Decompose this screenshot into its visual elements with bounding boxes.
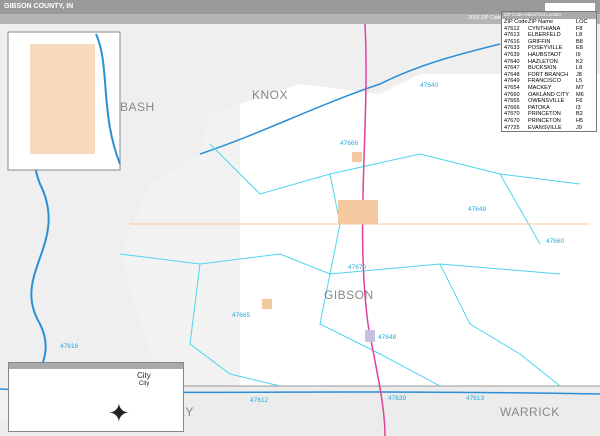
index-row: 47670 PRINCETON B2 — [502, 111, 596, 118]
index-zip: 47649 — [504, 78, 520, 85]
index-row: 47665 OWENSVILLE F6 — [502, 98, 596, 105]
index-loc: L8 — [576, 65, 583, 72]
index-name: OWENSVILLE — [528, 98, 565, 105]
index-row: 47639 HAUBSTADT I9 — [502, 52, 596, 59]
index-row: 47640 HAZLETON K2 — [502, 59, 596, 66]
index-loc: F8 — [576, 25, 583, 32]
index-name: MACKEY — [528, 84, 552, 91]
index-zip: 47612 — [504, 25, 520, 32]
zip-label: 47639 — [388, 395, 407, 402]
index-name: EVANSVILLE — [528, 124, 562, 131]
index-loc: L5 — [576, 78, 583, 85]
index-zip: 47639 — [504, 51, 520, 58]
index-zip: 47640 — [504, 58, 520, 65]
index-loc: B8 — [576, 38, 583, 45]
index-zip: 47633 — [504, 45, 520, 52]
zip-label: 47616 — [60, 343, 79, 350]
zip-label: 47670 — [348, 264, 367, 271]
zip-label: 47648 — [378, 334, 397, 341]
index-zip: 47654 — [504, 84, 520, 91]
index-loc: F6 — [576, 98, 583, 105]
index-row: 47725 EVANSVILLE J9 — [502, 125, 596, 132]
zip-label: 47640 — [420, 82, 439, 89]
index-name: FORT BRANCH — [528, 71, 569, 78]
index-loc: E8 — [576, 45, 583, 52]
header-loc: LOC — [576, 19, 588, 25]
index-loc: H5 — [576, 117, 584, 124]
index-zip: 47660 — [504, 91, 520, 98]
index-zip: 47613 — [504, 32, 520, 39]
index-row: 47670 PRINCETON H5 — [502, 118, 596, 125]
index-row: 47648 FORT BRANCH J8 — [502, 72, 596, 79]
index-row: 47654 MACKEY M7 — [502, 85, 596, 92]
index-zip: 47725 — [504, 124, 520, 131]
index-loc: L8 — [576, 32, 583, 39]
index-name: CYNTHIANA — [528, 25, 561, 32]
index-zip: 47647 — [504, 65, 520, 72]
header-zip: ZIP Code — [504, 19, 528, 25]
index-row: 47612 CYNTHIANA F8 — [502, 26, 596, 33]
index-row: 47613 ELBERFELD L8 — [502, 32, 596, 39]
princeton-urban-area — [338, 200, 378, 224]
map-title: GIBSON COUNTY, IN — [4, 3, 74, 10]
index-zip: 47670 — [504, 117, 520, 124]
index-loc: M7 — [576, 84, 584, 91]
zip-index-table: ZIP Code Index/Grid Locator ZIP Code ZIP… — [501, 11, 597, 133]
index-loc: J9 — [576, 124, 582, 131]
index-name: PRINCETON — [528, 111, 561, 118]
legend-city-large: City — [137, 371, 151, 380]
county-label-wabash: BASH — [120, 100, 155, 114]
index-header-row: ZIP Code ZIP Name LOC — [502, 19, 596, 26]
legend-header — [9, 363, 183, 369]
index-name: HAUBSTADT — [528, 51, 562, 58]
zip-label: 47660 — [546, 238, 565, 245]
index-zip: 47616 — [504, 38, 520, 45]
index-row: 47660 OAKLAND CITY M6 — [502, 92, 596, 99]
index-title: ZIP Code Index/Grid Locator — [502, 12, 596, 19]
index-loc: B2 — [576, 111, 583, 118]
map-legend: City City — [8, 362, 184, 432]
header-name: ZIP Name — [528, 19, 554, 25]
index-name: HAZLETON — [528, 58, 558, 65]
index-row: 47633 POSEYVILLE E8 — [502, 45, 596, 52]
compass-rose-icon: ✦ — [108, 398, 130, 428]
index-loc: K2 — [576, 58, 583, 65]
index-loc: J8 — [576, 71, 582, 78]
index-zip: 47670 — [504, 111, 520, 118]
index-zip: 47648 — [504, 71, 520, 78]
index-loc: I3 — [576, 104, 581, 111]
index-name: FRANCISCO — [528, 78, 561, 85]
zip-label: 47613 — [466, 395, 485, 402]
county-label-knox: KNOX — [252, 88, 289, 102]
legend-city-small: City — [139, 381, 150, 387]
index-loc: M6 — [576, 91, 584, 98]
zip-label: 47612 — [250, 397, 269, 404]
index-name: GRIFFIN — [528, 38, 551, 45]
index-row: 47649 FRANCISCO L5 — [502, 78, 596, 85]
index-row: 47647 BUCKSKIN L8 — [502, 65, 596, 72]
index-name: PATOKA — [528, 104, 550, 111]
index-zip: 47665 — [504, 98, 520, 105]
zip-label: 47665 — [232, 312, 251, 319]
index-name: ELBERFELD — [528, 32, 561, 39]
index-name: POSEYVILLE — [528, 45, 563, 52]
zip-label: 47649 — [468, 206, 487, 213]
index-loc: I9 — [576, 51, 581, 58]
zip-label: 47666 — [340, 140, 359, 147]
county-label-gibson: GIBSON — [324, 288, 374, 302]
index-name: BUCKSKIN — [528, 65, 557, 72]
index-zip: 47666 — [504, 104, 520, 111]
index-row: 47616 GRIFFIN B8 — [502, 39, 596, 46]
index-name: OAKLAND CITY — [528, 91, 570, 98]
index-row: 47666 PATOKA I3 — [502, 105, 596, 112]
index-name: PRINCETON — [528, 117, 561, 124]
county-label-warrick: WARRICK — [500, 405, 560, 419]
